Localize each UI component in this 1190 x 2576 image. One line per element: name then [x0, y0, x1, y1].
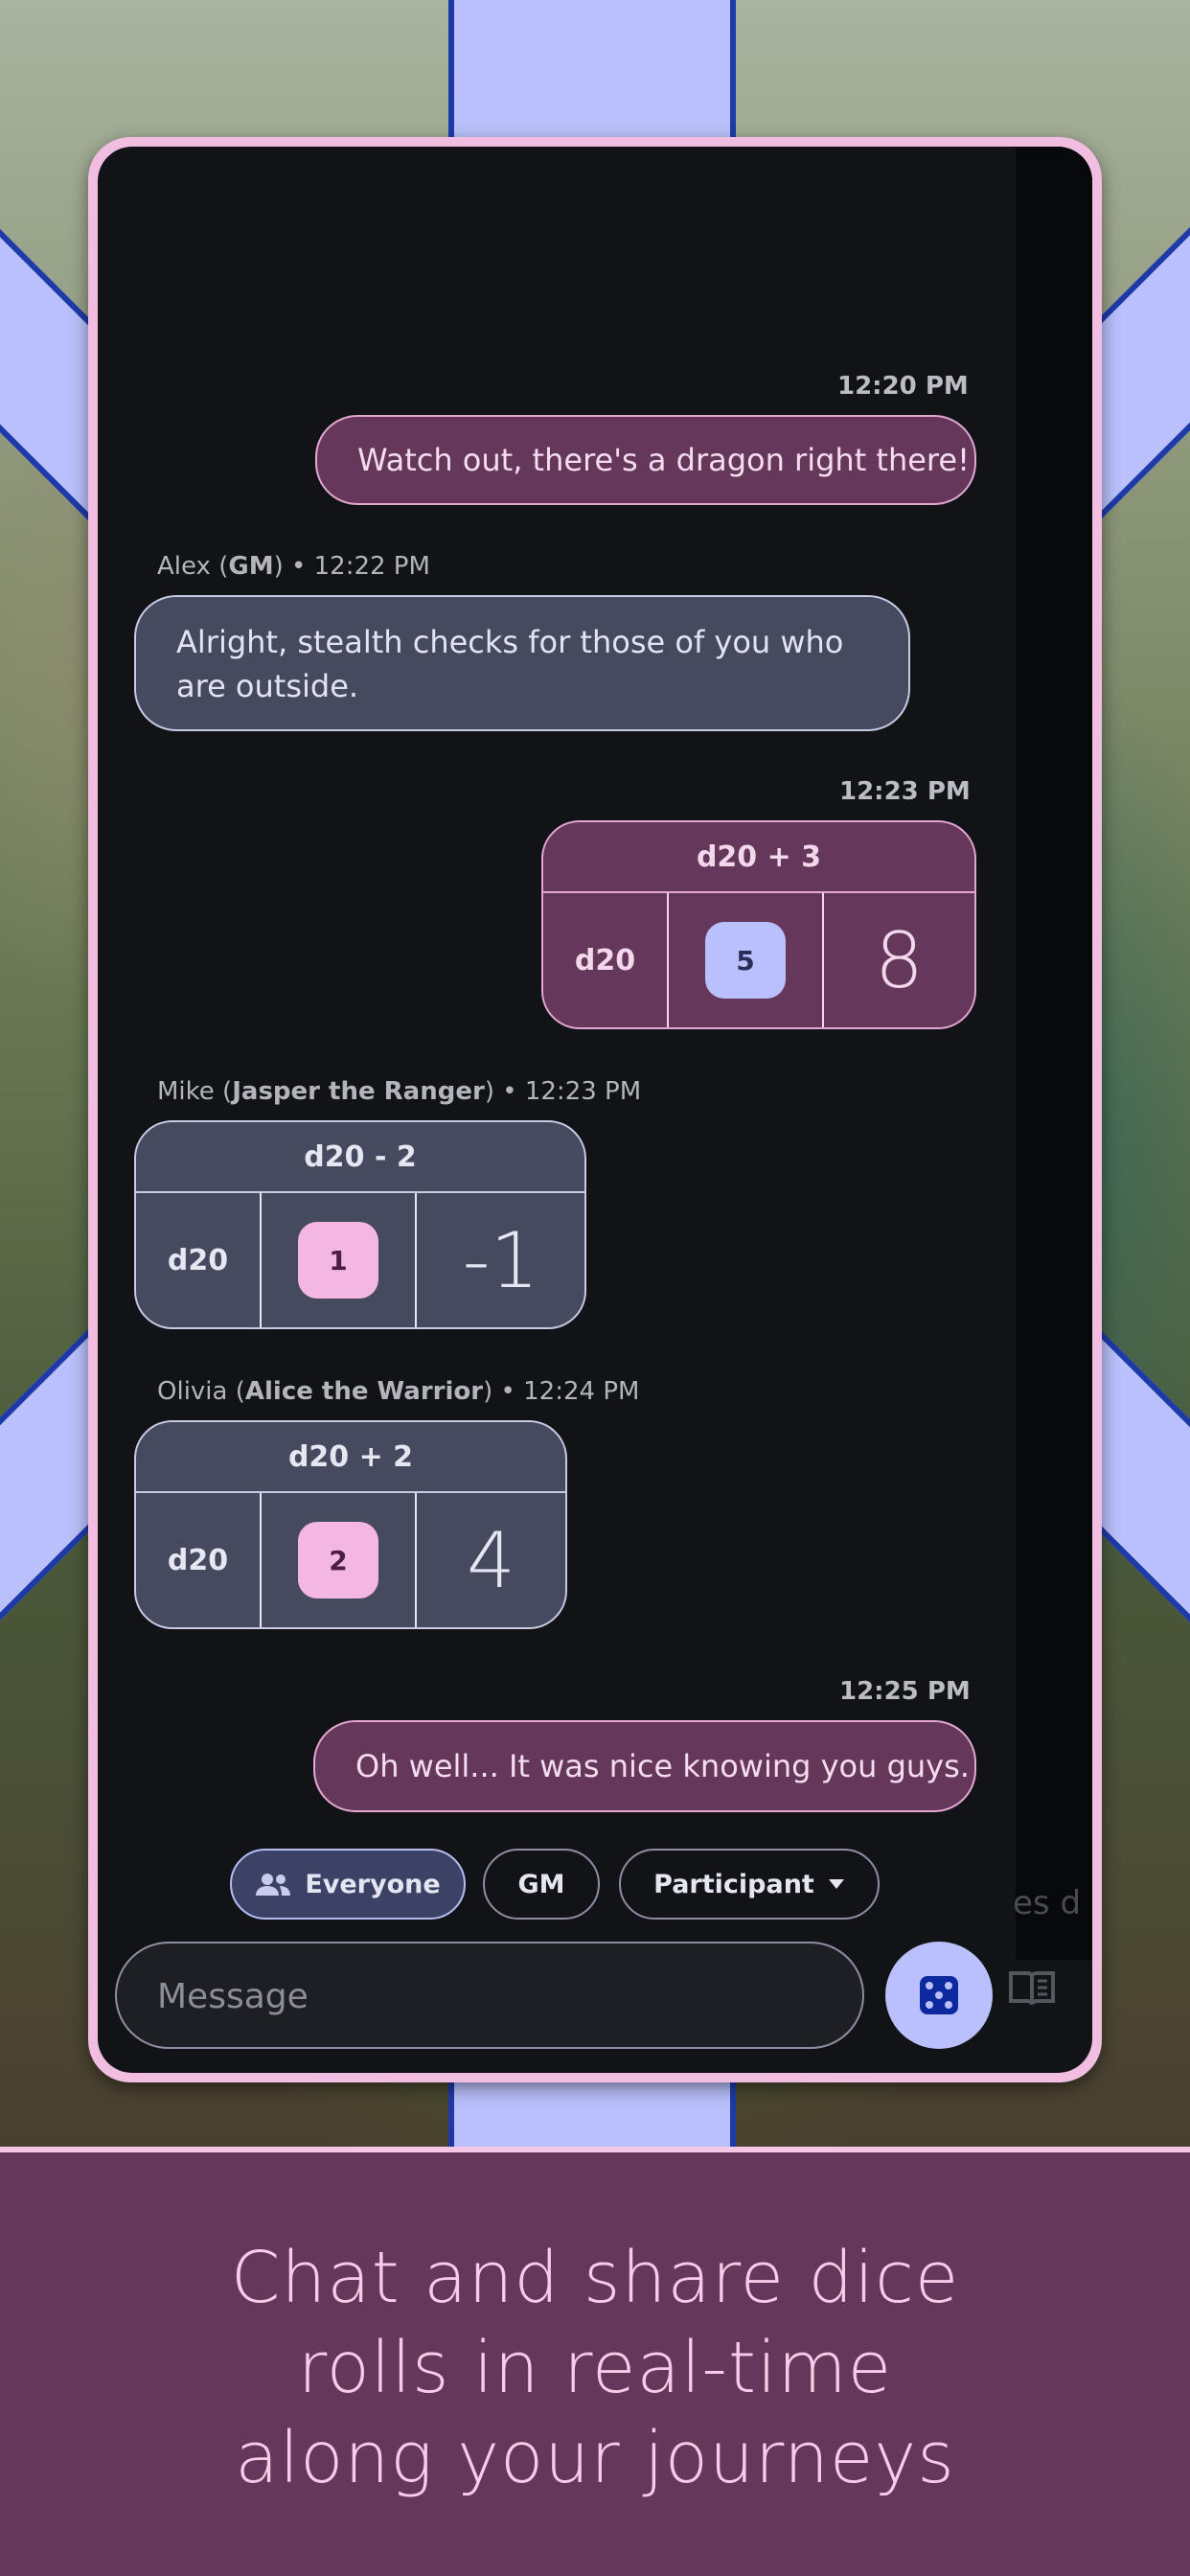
die-face: 5	[705, 922, 786, 999]
tagline-line-2: rolls in real-time	[297, 2327, 893, 2409]
message-input[interactable]	[155, 1944, 830, 2049]
phone-frame: 12:20 PM Watch out, there's a dragon rig…	[88, 137, 1102, 2082]
roll-formula: d20 - 2	[136, 1122, 584, 1193]
incoming-message-bubble[interactable]: Alright, stealth checks for those of you…	[134, 595, 910, 731]
dice-icon	[920, 1976, 958, 2014]
message-field[interactable]	[115, 1942, 864, 2049]
die-face: 1	[298, 1222, 378, 1299]
message-timestamp: 12:20 PM	[837, 372, 969, 401]
recipient-chip-everyone[interactable]: Everyone	[230, 1849, 466, 1920]
roll-result: -1	[462, 1215, 539, 1305]
roll-die-type: d20	[136, 1493, 262, 1627]
message-sender: Olivia (Alice the Warrior) • 12:24 PM	[157, 1377, 640, 1406]
die-face: 2	[298, 1522, 378, 1598]
people-icon	[256, 1874, 291, 1896]
roll-result: 8	[875, 915, 924, 1005]
message-timestamp: 12:25 PM	[839, 1677, 971, 1706]
tagline: Chat and share dice rolls in real-time a…	[0, 2233, 1190, 2503]
outgoing-message-bubble[interactable]: Watch out, there's a dragon right there!	[315, 415, 976, 505]
roll-die-type: d20	[136, 1193, 262, 1327]
roll-result: 4	[467, 1515, 515, 1605]
tagline-line-1: Chat and share dice	[230, 2237, 960, 2319]
dice-roll-card[interactable]: d20 - 2 d20 1 -1	[134, 1120, 586, 1329]
roll-dice-button[interactable]	[885, 1942, 993, 2049]
recipient-chip-participant[interactable]: Participant	[619, 1849, 880, 1920]
dice-roll-card[interactable]: d20 + 2 d20 2 4	[134, 1420, 567, 1629]
message-sender: Mike (Jasper the Ranger) • 12:23 PM	[157, 1077, 642, 1106]
message-timestamp: 12:23 PM	[839, 777, 971, 806]
recipient-chip-gm[interactable]: GM	[483, 1849, 600, 1920]
tagline-line-3: along your journeys	[235, 2417, 955, 2499]
roll-formula: d20 + 2	[136, 1422, 565, 1493]
rulebook-icon[interactable]	[1008, 1967, 1056, 2010]
chat-screen: 12:20 PM Watch out, there's a dragon rig…	[98, 147, 1092, 2073]
caret-down-icon	[828, 1879, 844, 1889]
roll-formula: d20 + 3	[543, 822, 974, 893]
outgoing-message-bubble[interactable]: Oh well... It was nice knowing you guys.	[313, 1720, 976, 1812]
background-text: es d	[1013, 1884, 1082, 1922]
roll-die-type: d20	[543, 893, 669, 1027]
dice-roll-card[interactable]: d20 + 3 d20 5 8	[541, 820, 976, 1029]
side-panel-shade	[1016, 147, 1092, 1960]
message-sender: Alex (GM) • 12:22 PM	[157, 552, 430, 581]
